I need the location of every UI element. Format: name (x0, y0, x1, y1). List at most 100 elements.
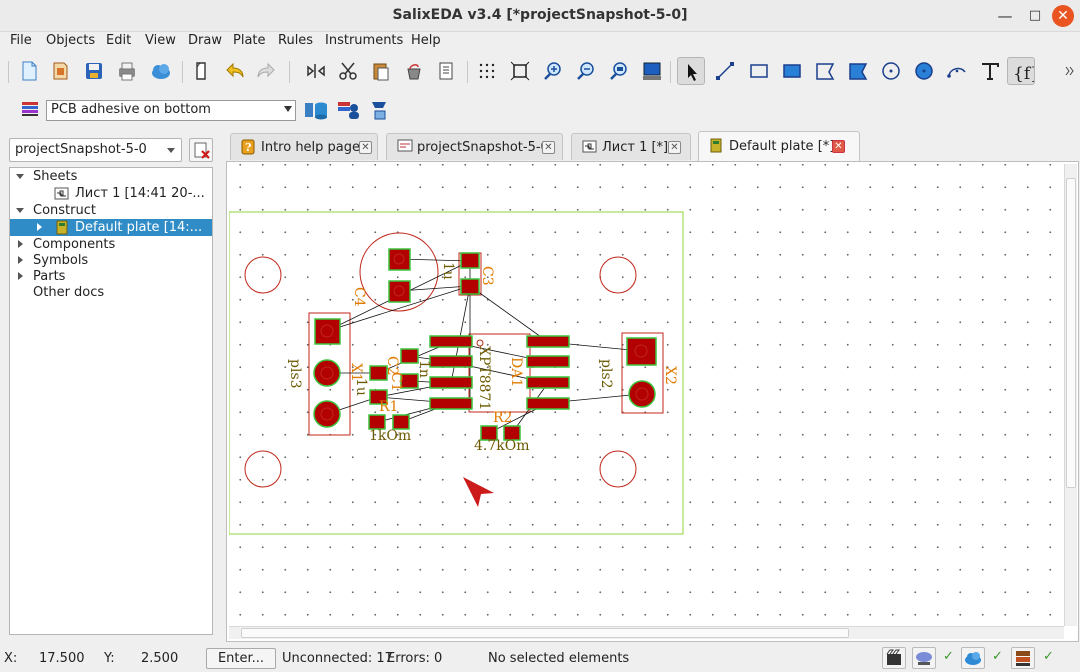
menu-edit[interactable]: Edit (106, 33, 131, 48)
grid-icon[interactable] (473, 57, 501, 85)
scrollbar-thumb[interactable] (241, 628, 849, 638)
document-icon[interactable] (432, 57, 460, 85)
r2-value: 4.7kOm (474, 438, 530, 454)
menu-objects[interactable]: Objects (46, 33, 95, 48)
title-bar: SalixEDA v3.4 [*projectSnapshot-5-0] — □… (0, 0, 1080, 32)
tab-close-icon[interactable]: ✕ (359, 141, 372, 154)
close-project-button[interactable] (189, 138, 213, 162)
menu-view[interactable]: View (145, 33, 176, 48)
polygon-icon[interactable] (810, 57, 838, 85)
pad (313, 359, 341, 387)
circle-icon[interactable] (876, 57, 904, 85)
horizontal-scrollbar[interactable] (229, 626, 1064, 639)
pad (429, 335, 473, 348)
open-file-icon[interactable] (47, 57, 75, 85)
rect-icon[interactable] (744, 57, 772, 85)
project-select[interactable]: projectSnapshot-5-0 (9, 138, 182, 162)
zoom-area-icon[interactable] (605, 57, 633, 85)
chevron-down-icon[interactable] (16, 174, 24, 179)
svg-text:{f}: {f} (1013, 64, 1034, 84)
tab-project[interactable]: projectSnapshot-5-0 ✕ (386, 133, 563, 160)
save-icon[interactable] (80, 57, 108, 85)
clean-icon[interactable] (400, 57, 428, 85)
x2-label: X2 (662, 366, 678, 385)
pad (392, 414, 410, 430)
zoom-in-icon[interactable] (539, 57, 567, 85)
camera-icon[interactable] (882, 647, 906, 669)
line-icon[interactable] (711, 57, 739, 85)
chevron-right-icon[interactable] (37, 223, 42, 231)
c3-label: C3 (479, 266, 495, 286)
cloud-sync-icon[interactable] (961, 647, 985, 669)
close-window-button[interactable]: ✕ (1052, 5, 1074, 27)
cloud-icon[interactable] (146, 57, 174, 85)
filled-polygon-icon[interactable] (843, 57, 871, 85)
r1-label: R1 (379, 399, 398, 415)
project-tree: Sheets Лист 1 [14:41 20-... Construct De… (9, 167, 213, 635)
tree-item-sheets[interactable]: Sheets (10, 168, 212, 185)
tab-close-icon[interactable]: ✕ (668, 141, 681, 154)
pcb-canvas[interactable]: C4 C3 C2 C1 DA1 X1 X2 R1 R2 1u 1n 1u XPT… (229, 164, 1063, 626)
cut-icon[interactable] (334, 57, 362, 85)
tab-close-icon[interactable]: ✕ (542, 141, 555, 154)
tree-item-parts[interactable]: Parts (10, 268, 212, 285)
function-icon[interactable]: {f} (1007, 57, 1035, 85)
select-icon[interactable] (677, 57, 705, 85)
fit-icon[interactable] (506, 57, 534, 85)
network-icon[interactable] (912, 647, 936, 669)
layer-select[interactable]: PCB adhesive on bottom (46, 100, 296, 121)
library-icon[interactable] (1011, 647, 1035, 669)
menu-rules[interactable]: Rules (278, 33, 313, 48)
tree-item-components[interactable]: Components (10, 236, 212, 253)
arc-icon[interactable] (942, 57, 970, 85)
pad (460, 278, 480, 295)
menu-help[interactable]: Help (411, 33, 441, 48)
tab-sheet-1[interactable]: Лист 1 [*] ✕ (571, 133, 691, 160)
tree-item-construct[interactable]: Construct (10, 202, 212, 219)
print-icon[interactable] (113, 57, 141, 85)
chevron-right-icon[interactable] (18, 272, 23, 280)
more-icon[interactable] (1062, 57, 1078, 85)
tree-item-symbols[interactable]: Symbols (10, 252, 212, 269)
monitor-icon[interactable] (637, 57, 665, 85)
vertical-scrollbar[interactable] (1064, 164, 1077, 626)
layer-settings-icon[interactable] (369, 99, 393, 125)
chevron-down-icon[interactable] (16, 208, 24, 213)
selection-status: No selected elements (488, 651, 630, 666)
menu-plate[interactable]: Plate (233, 33, 266, 48)
menu-draw[interactable]: Draw (188, 33, 222, 48)
chevron-right-icon[interactable] (18, 256, 23, 264)
tree-item-default-plate[interactable]: Default plate [14:... (10, 219, 212, 236)
layer-db-icon[interactable] (303, 99, 329, 125)
layer-users-icon[interactable] (336, 99, 362, 125)
project-icon (397, 139, 413, 157)
paste-icon[interactable] (367, 57, 395, 85)
menu-instruments[interactable]: Instruments (325, 33, 403, 48)
tab-default-plate[interactable]: Default plate [*] ✕ (698, 131, 860, 161)
new-file-icon[interactable] (15, 57, 43, 85)
menu-file[interactable]: File (10, 33, 32, 48)
pad (526, 376, 570, 389)
layers-icon[interactable] (20, 98, 42, 124)
tab-intro-help[interactable]: ? Intro help page ✕ (230, 133, 378, 160)
filled-circle-icon[interactable] (909, 57, 937, 85)
tree-item-other-docs[interactable]: Other docs (10, 284, 212, 301)
chevron-right-icon[interactable] (18, 240, 23, 248)
tree-item-sheet-1[interactable]: Лист 1 [14:41 20-... (10, 185, 212, 202)
text-icon[interactable] (975, 57, 1003, 85)
redo-icon[interactable] (252, 57, 280, 85)
filled-rect-icon[interactable] (777, 57, 805, 85)
enter-button[interactable]: Enter... (206, 648, 276, 669)
maximize-button[interactable]: □ (1024, 5, 1046, 27)
help-icon: ? (241, 139, 255, 159)
zoom-out-icon[interactable] (572, 57, 600, 85)
pad (429, 355, 473, 368)
tab-close-icon[interactable]: ✕ (832, 140, 845, 153)
r1-value: 1kOm (369, 428, 411, 444)
new-page-icon[interactable] (187, 57, 215, 85)
mirror-icon[interactable] (301, 57, 329, 85)
undo-icon[interactable] (219, 57, 247, 85)
minimize-button[interactable]: — (994, 5, 1016, 27)
r2-label: R2 (493, 410, 512, 426)
scrollbar-thumb[interactable] (1066, 178, 1076, 488)
